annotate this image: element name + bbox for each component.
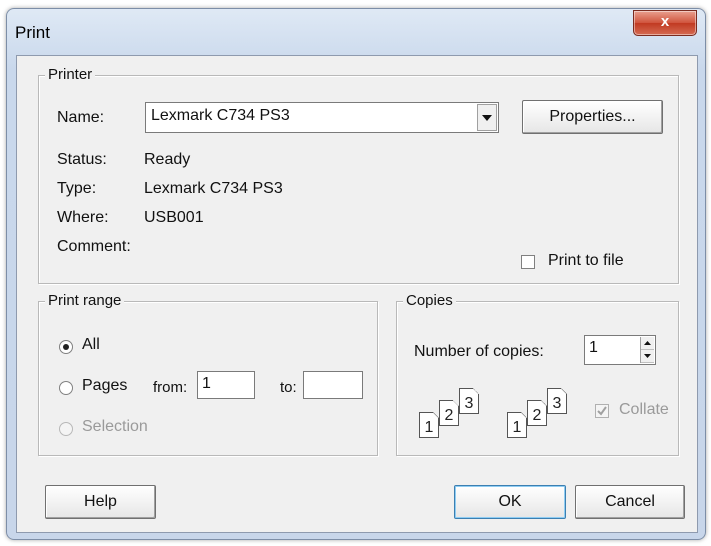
help-button[interactable]: Help	[45, 485, 156, 519]
printer-type-label: Type:	[57, 180, 97, 197]
collate-page-b3: 3	[547, 388, 567, 414]
print-range-legend: Print range	[45, 292, 125, 309]
collate-page-a1: 1	[419, 412, 439, 438]
collate-pages-icon: 3 2 1 3 2 1	[415, 382, 575, 442]
print-dialog-window: Print x Printer Name: Lexmark C734 PS3 P…	[6, 8, 706, 540]
print-to-file-checkbox[interactable]	[521, 255, 535, 269]
print-range-pages-label[interactable]: Pages	[82, 377, 127, 395]
print-range-pages-radio[interactable]	[59, 381, 73, 395]
printer-status-label: Status:	[57, 151, 107, 168]
print-range-all-label[interactable]: All	[82, 336, 100, 354]
properties-button[interactable]: Properties...	[522, 100, 663, 134]
printer-group: Printer Name: Lexmark C734 PS3 Propertie…	[38, 66, 679, 284]
close-button[interactable]: x	[633, 10, 697, 36]
collate-page-a2: 2	[439, 400, 459, 426]
printer-status-value: Ready	[144, 151, 191, 168]
close-icon: x	[660, 13, 670, 30]
printer-name-select[interactable]: Lexmark C734 PS3	[145, 102, 499, 133]
print-range-selection-label: Selection	[82, 418, 148, 435]
printer-name-value: Lexmark C734 PS3	[151, 107, 290, 124]
copies-spinner[interactable]	[640, 337, 654, 363]
print-range-all-radio[interactable]	[59, 340, 73, 354]
copies-group: Copies Number of copies: 1 3 2 1 3 2 1 C…	[396, 292, 679, 456]
printer-name-label: Name:	[57, 109, 105, 126]
help-button-label: Help	[84, 493, 117, 510]
printer-comment-label: Comment:	[57, 238, 131, 255]
printer-group-legend: Printer	[45, 66, 96, 83]
copies-legend: Copies	[403, 292, 456, 309]
collate-page-b1: 1	[507, 412, 527, 438]
dialog-client-area: Printer Name: Lexmark C734 PS3 Propertie…	[16, 55, 698, 533]
pages-from-input[interactable]: 1	[197, 371, 255, 399]
pages-from-label: from:	[153, 379, 188, 396]
collate-page-b2: 2	[527, 400, 547, 426]
number-of-copies-label: Number of copies:	[414, 343, 544, 360]
ok-button-label: OK	[498, 493, 522, 510]
pages-to-label: to:	[280, 379, 297, 396]
print-range-selection-radio[interactable]	[59, 422, 73, 436]
printer-where-label: Where:	[57, 209, 109, 226]
print-to-file-label[interactable]: Print to file	[548, 252, 624, 270]
spin-down-icon[interactable]	[641, 350, 654, 363]
number-of-copies-value: 1	[589, 339, 598, 356]
cancel-button[interactable]: Cancel	[575, 485, 685, 519]
printer-type-value: Lexmark C734 PS3	[144, 180, 283, 197]
properties-button-label: Properties...	[549, 108, 636, 125]
number-of-copies-input[interactable]: 1	[584, 335, 656, 365]
collate-label: Collate	[619, 401, 669, 418]
checkmark-icon	[597, 406, 607, 416]
pages-to-input[interactable]	[303, 371, 363, 399]
ok-button[interactable]: OK	[454, 485, 566, 519]
chevron-down-icon[interactable]	[477, 104, 497, 131]
collate-checkbox[interactable]	[595, 404, 609, 418]
title-bar[interactable]: Print x	[7, 9, 705, 55]
print-range-group: Print range All Pages from: 1 to: Select…	[38, 292, 378, 456]
spin-up-icon[interactable]	[641, 337, 654, 350]
collate-page-a3: 3	[459, 388, 479, 414]
cancel-button-label: Cancel	[605, 493, 655, 510]
printer-where-value: USB001	[144, 209, 204, 226]
window-title: Print	[15, 23, 50, 42]
